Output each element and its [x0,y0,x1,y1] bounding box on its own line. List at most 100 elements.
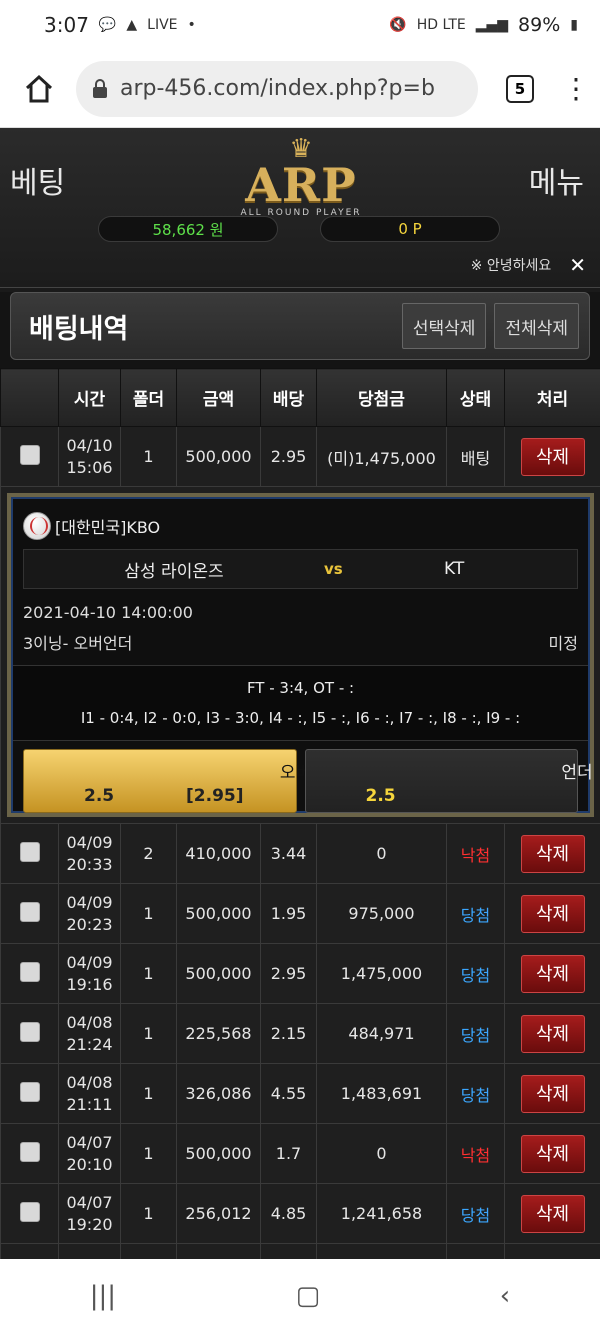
row-checkbox[interactable] [19,1201,40,1222]
over-pick[interactable]: 오버 2.5 [2.95] [23,749,311,813]
panel-header: 배팅내역 선택삭제 전체삭제 [10,292,590,360]
under-label: 언더 [561,763,593,783]
row-status: 당첨 [446,943,505,1004]
row-win: 484,971 [316,1003,447,1064]
home-button[interactable] [14,64,64,114]
row-folders: 2 [120,823,177,884]
row-time: 20:33 [66,854,113,874]
row-date: 04/07 [66,1192,113,1212]
balance-points: 0 P [320,216,500,242]
row-win: (미)1,475,000 [316,426,447,487]
menu-link[interactable]: 메뉴 [529,158,584,202]
baseball-icon [23,512,51,540]
row-win: 1,241,658 [316,1183,447,1244]
row-amount: 500,000 [176,426,261,487]
battery-icon: ▮ [570,17,578,33]
table-row[interactable]: 04/08 21:24 1 225,568 2.15 484,971 당첨 삭제 [0,1003,600,1064]
row-date: 04/09 [66,952,113,972]
match-datetime: 2021-04-10 14:00:00 [23,602,193,622]
table-row[interactable]: 04/09 20:23 1 500,000 1.95 975,000 당첨 삭제 [0,883,600,944]
delete-button[interactable]: 삭제 [520,1014,585,1053]
row-status: 낙첨 [446,1123,505,1184]
row-checkbox[interactable] [19,1141,40,1162]
close-icon[interactable]: ✕ [569,253,586,277]
row-folders: 1 [120,426,177,487]
back-icon[interactable]: ‹ [500,1281,510,1311]
table-row[interactable]: 04/08 21:11 1 326,086 4.55 1,483,691 당첨 삭제 [0,1063,600,1124]
market-name: 3이닝- 오버언더 [23,634,133,653]
row-date: 04/09 [66,892,113,912]
delete-button[interactable]: 삭제 [520,437,585,476]
row-checkbox[interactable] [19,1081,40,1102]
row-odds: 1.7 [260,1123,317,1184]
col-win: 당첨금 [316,368,447,427]
row-amount: 256,012 [176,1183,261,1244]
row-odds: 1.95 [260,883,317,944]
row-status: 배팅 [446,426,505,487]
network-label: HD LTE [416,17,466,33]
row-checkbox[interactable] [19,961,40,982]
balance-money: 58,662 원 [98,216,278,242]
page-title: 배팅내역 [29,313,129,345]
score-ft: FT - 3:4, OT - : [246,679,355,697]
delete-button[interactable]: 삭제 [520,954,585,993]
bet-history-table: 시간 폴더 금액 배당 당첨금 상태 처리 04/10 15:06 1 500,0… [0,368,600,1304]
league-row: [대한민국]KBO [23,509,578,543]
delete-button[interactable]: 삭제 [520,894,585,933]
main-content: 배팅내역 선택삭제 전체삭제 시간 폴더 금액 배당 당첨금 상태 처리 04/… [0,292,600,1304]
row-win: 1,475,000 [316,943,447,1004]
table-row[interactable]: 04/07 20:10 1 500,000 1.7 0 낙첨 삭제 [0,1123,600,1184]
row-date: 04/08 [66,1012,113,1032]
address-bar[interactable]: arp-456.com/index.php?p=b [76,60,478,117]
table-row[interactable]: 04/09 19:16 1 500,000 2.95 1,475,000 당첨 삭제 [0,943,600,1004]
table-row[interactable]: 04/07 19:20 1 256,012 4.85 1,241,658 당첨 삭제 [0,1183,600,1244]
under-pick[interactable]: 언더 2.5 [304,749,593,813]
delete-all-button[interactable]: 전체삭제 [494,303,579,349]
row-odds: 2.95 [260,943,317,1004]
delete-button[interactable]: 삭제 [520,1134,585,1173]
home-team: 삼성 라이온즈 [124,561,224,582]
away-team: KT [444,559,465,579]
col-select [0,368,59,427]
logo-text: ARP [245,158,357,212]
row-time: 21:11 [66,1094,113,1114]
under-line: 2.5 [365,786,396,806]
url-text: arp-456.com/index.php?p=b [120,76,435,101]
row-time: 21:24 [66,1034,113,1054]
delete-button[interactable]: 삭제 [520,1074,585,1113]
table-row[interactable]: 04/10 15:06 1 500,000 2.95 (미)1,475,000 배… [0,426,600,487]
row-amount: 410,000 [176,823,261,884]
dot-icon: • [187,17,196,33]
row-checkbox[interactable] [19,841,40,862]
delete-button[interactable]: 삭제 [520,1194,585,1233]
home-icon [25,74,53,102]
site-logo[interactable]: ♛ ARP ALL ROUND PLAYER [226,136,376,218]
delete-button[interactable]: 삭제 [520,834,585,873]
row-odds: 4.55 [260,1063,317,1124]
home-nav-icon[interactable]: ▢ [296,1281,321,1311]
row-time: 20:23 [66,914,113,934]
row-amount: 225,568 [176,1003,261,1064]
row-checkbox[interactable] [19,444,40,465]
col-odds: 배당 [260,368,317,427]
greeting-text: ※ 안녕하세요 [470,258,552,274]
row-win: 0 [316,823,447,884]
vs-label: vs [324,560,343,578]
delete-selected-button[interactable]: 선택삭제 [401,303,487,349]
betting-menu-link[interactable]: 베팅 [10,158,65,202]
row-folders: 1 [120,1183,177,1244]
site-header: 베팅 ♛ ARP ALL ROUND PLAYER 메뉴 58,662 원 0 … [0,128,600,288]
table-header-row: 시간 폴더 금액 배당 당첨금 상태 처리 [0,368,600,427]
row-checkbox[interactable] [19,1021,40,1042]
tab-switcher-button[interactable]: 5 [506,74,534,103]
over-odds: [2.95] [186,786,244,806]
row-checkbox[interactable] [19,901,40,922]
browser-toolbar: arp-456.com/index.php?p=b 5 ⋮ [0,50,600,128]
over-line: 2.5 [84,786,115,806]
row-amount: 500,000 [176,883,261,944]
table-row[interactable]: 04/09 20:33 2 410,000 3.44 0 낙첨 삭제 [0,823,600,884]
col-amount: 금액 [176,368,261,427]
recent-apps-icon[interactable]: ||| [90,1281,116,1311]
row-odds: 4.85 [260,1183,317,1244]
more-options-icon[interactable]: ⋮ [562,74,590,103]
